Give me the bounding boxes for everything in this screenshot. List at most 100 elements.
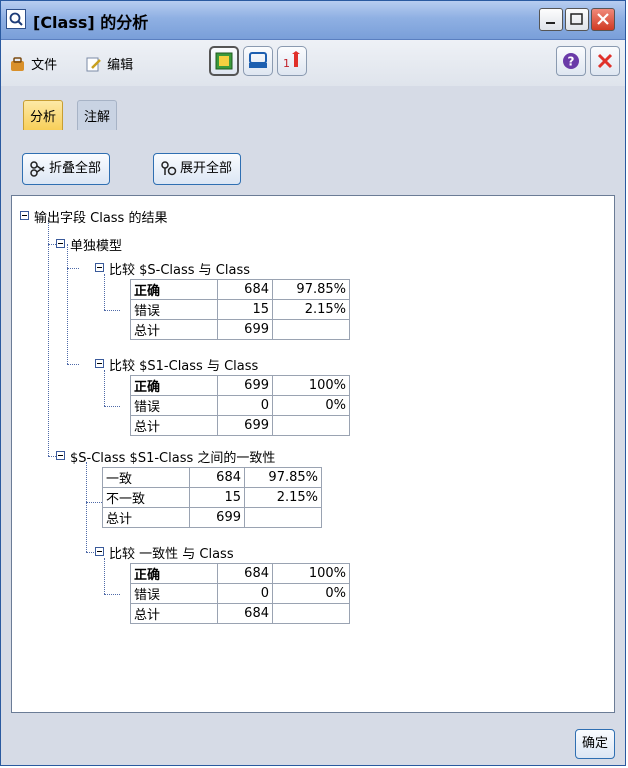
row-percent: 2.15% <box>272 299 350 320</box>
row-percent: 100% <box>272 563 350 584</box>
row-count: 684 <box>189 467 245 488</box>
row-count: 699 <box>217 375 273 396</box>
maximize-button[interactable] <box>565 8 589 31</box>
collapse-icon <box>30 161 45 177</box>
edit-menu[interactable]: 编辑 <box>85 54 133 73</box>
tree-toggle[interactable] <box>56 451 65 460</box>
tab-bar: 分析 注解 <box>1 89 625 141</box>
tree-toggle[interactable] <box>56 239 65 248</box>
compare-s1-class-label: 比较 $S1-Class 与 Class <box>109 359 259 374</box>
row-count: 684 <box>217 563 273 584</box>
row-label: 总计 <box>130 319 218 340</box>
row-count: 15 <box>189 487 245 508</box>
row-count: 684 <box>217 279 273 300</box>
row-count: 699 <box>189 507 245 528</box>
window-close-button[interactable] <box>591 8 615 31</box>
tree-guide <box>104 370 105 406</box>
row-percent: 97.85% <box>272 279 350 300</box>
tree-guide <box>104 558 105 594</box>
export-image-icon <box>215 52 233 70</box>
row-count: 699 <box>217 415 273 436</box>
expand-all-label: 展开全部 <box>180 161 233 176</box>
tab-analysis[interactable]: 分析 <box>23 100 64 130</box>
ok-button[interactable]: 确定 <box>575 729 615 759</box>
row-count: 0 <box>217 395 273 416</box>
row-percent: 97.85% <box>244 467 322 488</box>
agreement-table: 一致 684 97.85% 不一致 15 2.15% 总计 699 <box>102 467 322 528</box>
file-menu[interactable]: 文件 <box>9 54 57 73</box>
row-count: 15 <box>217 299 273 320</box>
row-percent: 100% <box>272 375 350 396</box>
export-button[interactable] <box>209 46 239 76</box>
tree-guide <box>67 244 68 364</box>
tree-guide <box>67 268 79 269</box>
row-percent: 2.15% <box>244 487 322 508</box>
search-magnifier-icon <box>6 9 26 29</box>
collapse-all-label: 折叠全部 <box>49 161 102 176</box>
table-row: 不一致 15 2.15% <box>102 487 322 508</box>
row-percent <box>272 603 350 624</box>
table-row: 错误 0 0% <box>130 395 350 416</box>
sort-numbers-icon: 1 <box>283 51 300 70</box>
close-button[interactable] <box>590 46 620 76</box>
table-row: 错误 15 2.15% <box>130 299 350 320</box>
row-label: 总计 <box>130 603 218 624</box>
row-count: 0 <box>217 583 273 604</box>
table-row: 一致 684 97.85% <box>102 467 322 488</box>
row-label: 正确 <box>130 279 218 300</box>
collapse-all-button[interactable]: 折叠全部 <box>22 153 111 185</box>
row-label: 不一致 <box>102 487 190 508</box>
row-label: 正确 <box>130 563 218 584</box>
row-percent <box>244 507 322 528</box>
tree-guide <box>104 594 120 595</box>
edit-menu-label: 编辑 <box>107 58 134 73</box>
table-row: 正确 684 100% <box>130 563 350 584</box>
row-count: 699 <box>217 319 273 340</box>
table-row: 总计 699 <box>102 507 322 528</box>
table-row: 正确 699 100% <box>130 375 350 396</box>
expand-all-button[interactable]: 展开全部 <box>153 153 242 185</box>
row-label: 一致 <box>102 467 190 488</box>
row-percent: 0% <box>272 583 350 604</box>
compare-consistency-label: 比较 一致性 与 Class <box>109 547 234 562</box>
compare-s1-class-table: 正确 699 100% 错误 0 0% 总计 699 <box>130 375 350 436</box>
analysis-window: [Class] 的分析 文件 编辑 1 ? 分析 注解 折叠全部 展开全部 输出… <box>0 0 626 766</box>
row-percent: 0% <box>272 395 350 416</box>
tab-annotation[interactable]: 注解 <box>77 100 118 130</box>
tree-toggle[interactable] <box>95 263 104 272</box>
help-button[interactable]: ? <box>556 46 586 76</box>
agreement-label: $S-Class $S1-Class 之间的一致性 <box>70 451 276 466</box>
tree-toggle[interactable] <box>95 359 104 368</box>
help-question-icon: ? <box>563 53 579 69</box>
tree-root-label: 输出字段 Class 的结果 <box>34 211 168 226</box>
row-label: 总计 <box>102 507 190 528</box>
toolbar: 文件 编辑 1 ? <box>1 40 625 86</box>
edit-pencil-icon <box>86 57 101 72</box>
tree-toggle[interactable] <box>20 211 29 220</box>
table-row: 总计 699 <box>130 319 350 340</box>
table-row: 错误 0 0% <box>130 583 350 604</box>
minimize-button[interactable] <box>539 8 563 31</box>
title-bar: [Class] 的分析 <box>1 1 625 40</box>
compare-s-class-table: 正确 684 97.85% 错误 15 2.15% 总计 699 <box>130 279 350 340</box>
action-bar: 折叠全部 展开全部 <box>1 141 625 193</box>
generate-button[interactable]: 1 <box>277 46 307 76</box>
file-menu-label: 文件 <box>31 58 58 73</box>
results-tree-panel[interactable]: 输出字段 Class 的结果 单独模型 比较 $S-Class 与 Class … <box>11 195 615 713</box>
row-label: 正确 <box>130 375 218 396</box>
tree-guide <box>48 220 49 456</box>
svg-text:1: 1 <box>283 57 290 70</box>
tree-guide <box>104 406 120 407</box>
compare-consistency-table: 正确 684 100% 错误 0 0% 总计 684 <box>130 563 350 624</box>
printer-icon <box>249 52 267 68</box>
tree-guide <box>86 462 87 552</box>
print-button[interactable] <box>243 46 273 76</box>
tree-guide <box>104 310 120 311</box>
single-model-label: 单独模型 <box>70 239 123 254</box>
tree-toggle[interactable] <box>95 547 104 556</box>
row-label: 总计 <box>130 415 218 436</box>
table-row: 总计 684 <box>130 603 350 624</box>
compare-s-class-label: 比较 $S-Class 与 Class <box>109 263 251 278</box>
expand-icon <box>161 161 177 176</box>
row-label: 错误 <box>130 395 218 416</box>
